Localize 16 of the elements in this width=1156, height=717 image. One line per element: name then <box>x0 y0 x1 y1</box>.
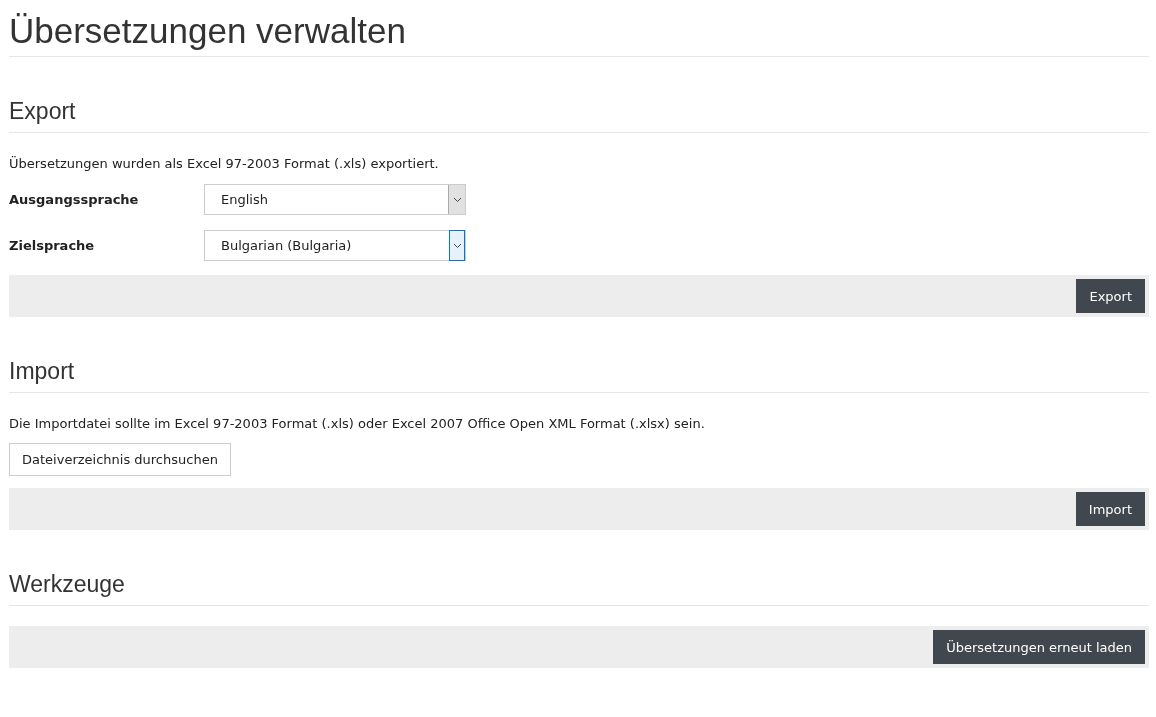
section-heading: Import <box>9 356 1149 393</box>
reload-translations-button[interactable]: Übersetzungen erneut laden <box>933 630 1145 664</box>
field-label: Zielsprache <box>9 238 96 253</box>
export-button[interactable]: Export <box>1076 279 1145 313</box>
language-dropdown[interactable]: English <box>204 184 466 215</box>
import-button[interactable]: Import <box>1075 492 1145 526</box>
import-note: Die Importdatei sollte im Excel 97-2003 Format (.xls) oder Excel 2007 Office Open XML Format (.xlsx) sein. <box>9 415 706 433</box>
section-heading: Werkzeuge <box>9 569 1149 606</box>
export-note: Übersetzungen wurden als Excel 97-2003 Format (.xls) exportiert. <box>9 155 440 173</box>
page-title: Übersetzungen verwalten <box>9 0 1149 57</box>
chevron-down-icon <box>449 230 465 261</box>
browse-button[interactable]: Dateiverzeichnis durchsuchen <box>9 443 231 476</box>
field-label: Ausgangssprache <box>9 192 140 207</box>
language-dropdown[interactable]: Bulgarian (Bulgaria) <box>204 230 466 261</box>
chevron-down-icon <box>448 185 465 214</box>
section-heading: Export <box>9 96 1149 133</box>
